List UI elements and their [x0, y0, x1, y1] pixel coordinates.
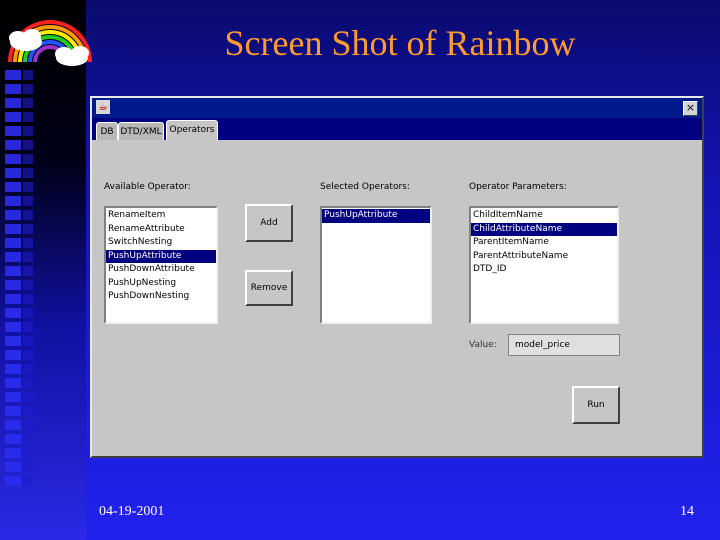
list-item[interactable]: DTD_ID: [471, 263, 617, 277]
available-operator-label: Available Operator:: [104, 182, 191, 192]
list-item[interactable]: ParentAttributeName: [471, 250, 617, 264]
rainbow-app-window: ☕ × DB DTD/XML Operators Available Opera…: [90, 96, 704, 458]
close-button[interactable]: ×: [683, 101, 698, 116]
tab-operators[interactable]: Operators: [166, 120, 218, 140]
run-button[interactable]: Run: [572, 386, 620, 424]
value-field[interactable]: model_price: [508, 334, 620, 356]
tab-bar: DB DTD/XML Operators: [92, 118, 702, 140]
slide-page-number: 14: [680, 504, 694, 519]
square-bullets-decor: [5, 70, 21, 490]
list-item[interactable]: PushUpNesting: [106, 277, 216, 291]
java-cup-icon: ☕: [96, 100, 110, 114]
square-bullets-decor-inner: [23, 70, 33, 490]
list-item[interactable]: PushDownAttribute: [106, 263, 216, 277]
selected-operators-label: Selected Operators:: [320, 182, 410, 192]
list-item[interactable]: SwitchNesting: [106, 236, 216, 250]
window-titlebar[interactable]: ☕ ×: [92, 98, 702, 118]
list-item-selected[interactable]: PushUpAttribute: [106, 249, 216, 263]
list-item[interactable]: RenameAttribute: [106, 223, 216, 237]
slide-date: 04-19-2001: [99, 504, 165, 519]
list-item[interactable]: ParentItemName: [471, 236, 617, 250]
list-item[interactable]: PushDownNesting: [106, 290, 216, 304]
rainbow-logo: [8, 20, 92, 66]
operator-parameters-label: Operator Parameters:: [469, 182, 567, 192]
remove-button[interactable]: Remove: [245, 270, 293, 306]
selected-operators-list[interactable]: PushUpAttribute: [320, 206, 432, 324]
tab-dtd-xml[interactable]: DTD/XML: [118, 122, 164, 140]
tab-db[interactable]: DB: [96, 122, 118, 140]
value-label: Value:: [469, 340, 497, 350]
list-item[interactable]: RenameItem: [106, 209, 216, 223]
list-item-selected[interactable]: ChildAttributeName: [471, 222, 617, 236]
slide-title: Screen Shot of Rainbow: [224, 23, 576, 63]
list-item[interactable]: ChildItemName: [471, 209, 617, 223]
available-operators-list[interactable]: RenameItem RenameAttribute SwitchNesting…: [104, 206, 218, 324]
operator-parameters-list[interactable]: ChildItemName ChildAttributeName ParentI…: [469, 206, 619, 324]
add-button[interactable]: Add: [245, 204, 293, 242]
list-item-selected[interactable]: PushUpAttribute: [322, 209, 430, 223]
